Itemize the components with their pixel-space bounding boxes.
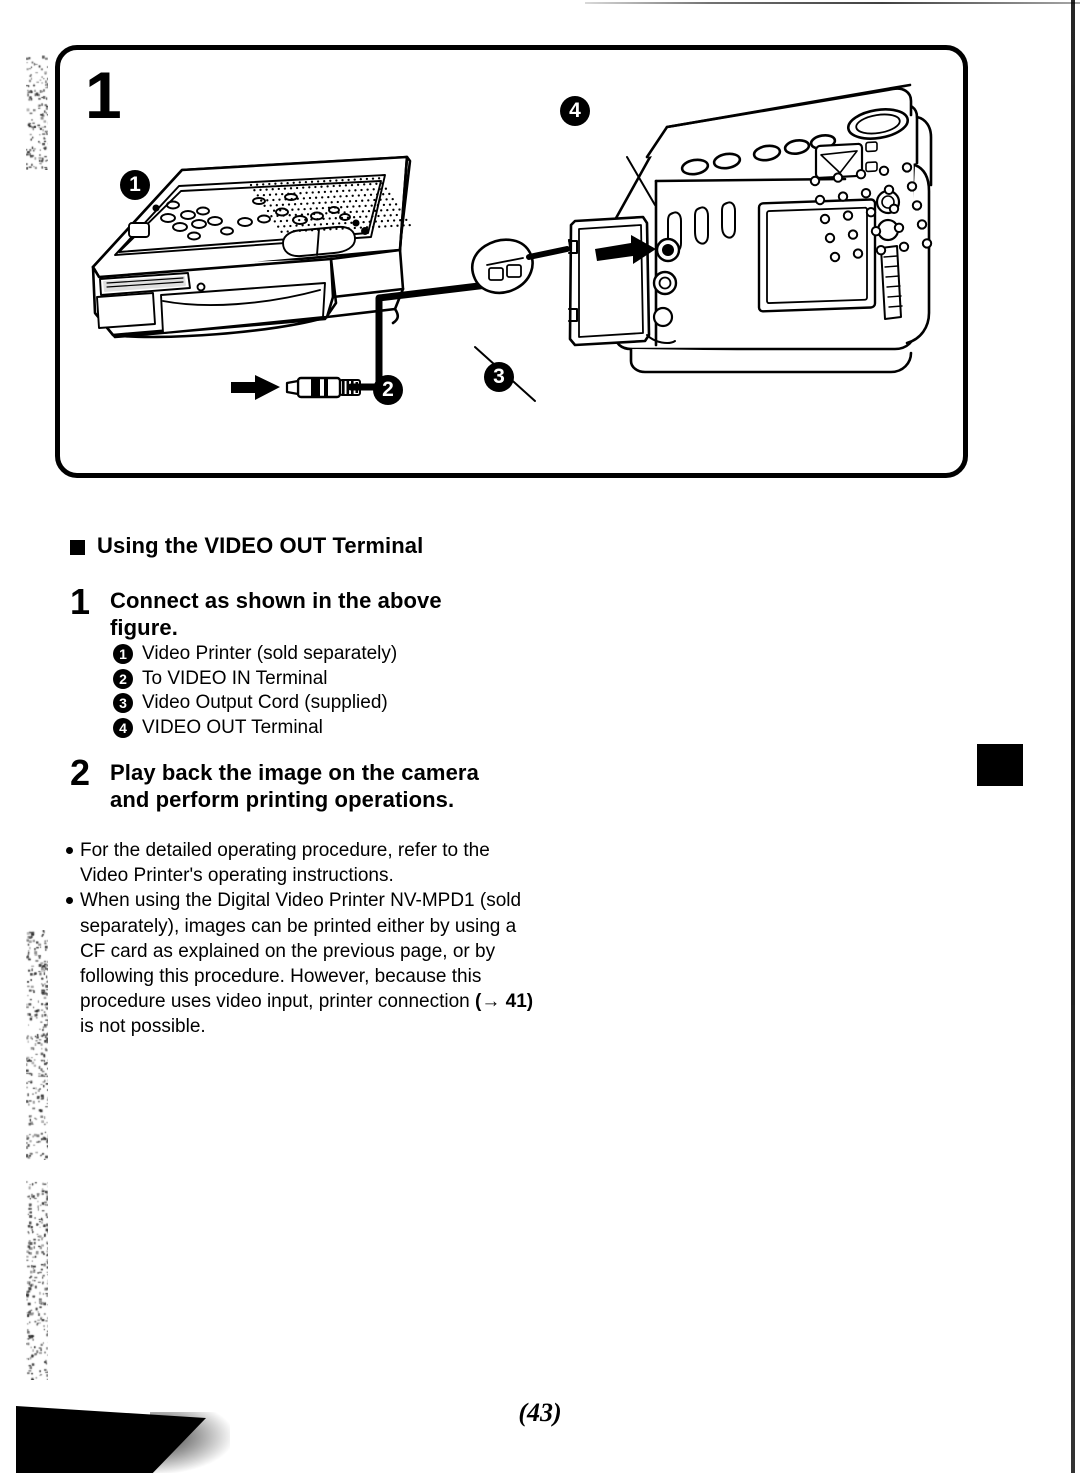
- legend-disc-4: 4: [113, 718, 133, 738]
- legend-disc-2: 2: [113, 669, 133, 689]
- step-1-text: Connect as shown in the above figure.: [110, 588, 490, 642]
- digital-camera-illustration: [615, 85, 931, 372]
- legend-item: 3 Video Output Cord (supplied): [113, 691, 397, 716]
- figure-callout-1: 1: [120, 170, 150, 200]
- legend-label-1: Video Printer (sold separately): [142, 642, 397, 667]
- rca-plug-connector: [287, 378, 360, 397]
- bullet-dot-icon: [66, 897, 73, 904]
- section-heading: Using the VIDEO OUT Terminal: [97, 533, 423, 559]
- video-output-cord: [351, 285, 487, 387]
- legend-item: 4 VIDEO OUT Terminal: [113, 716, 397, 741]
- note-text-2-after: is not possible.: [80, 1016, 206, 1037]
- scan-edge-line-top: [585, 2, 1080, 4]
- filled-square-icon: [70, 540, 85, 555]
- note-text-1: For the detailed operating procedure, re…: [80, 840, 490, 886]
- step-1-number: 1: [70, 584, 90, 620]
- scan-speckle-artifact: [26, 930, 48, 1160]
- black-index-tab: [977, 744, 1023, 786]
- note-item-2: When using the Digital Video Printer NV-…: [66, 888, 536, 1039]
- scan-edge-line-right: [1071, 0, 1075, 1473]
- figure-callout-3: 3: [484, 362, 514, 392]
- scan-speckle-artifact: [26, 1180, 48, 1380]
- page-number: (43): [0, 1398, 1080, 1428]
- legend-label-2: To VIDEO IN Terminal: [142, 667, 327, 692]
- legend-disc-3: 3: [113, 693, 133, 713]
- legend-item: 1 Video Printer (sold separately): [113, 642, 397, 667]
- insert-arrow-printer: [231, 375, 280, 400]
- note-item-1: For the detailed operating procedure, re…: [66, 838, 536, 888]
- page-reference: (→ 41): [475, 991, 533, 1012]
- scan-speckle-artifact: [26, 55, 48, 170]
- connection-diagram: [55, 45, 968, 478]
- figure-callout-4: 4: [560, 96, 590, 126]
- legend-disc-1: 1: [113, 644, 133, 664]
- legend-label-3: Video Output Cord (supplied): [142, 691, 388, 716]
- manual-page: 1 1 2 3 4 Using the VIDEO OUT Terminal 1…: [0, 0, 1080, 1473]
- figure-legend: 1 Video Printer (sold separately) 2 To V…: [113, 642, 397, 740]
- legend-label-4: VIDEO OUT Terminal: [142, 716, 323, 741]
- figure-callout-2: 2: [373, 375, 403, 405]
- bullet-dot-icon: [66, 847, 73, 854]
- legend-item: 2 To VIDEO IN Terminal: [113, 667, 397, 692]
- step-2-text: Play back the image on the camera and pe…: [110, 760, 510, 814]
- notes-list: For the detailed operating procedure, re…: [66, 838, 536, 1040]
- note-text-2-before: When using the Digital Video Printer NV-…: [80, 890, 521, 1012]
- printer-control-panel: [115, 175, 385, 256]
- step-2-number: 2: [70, 755, 90, 791]
